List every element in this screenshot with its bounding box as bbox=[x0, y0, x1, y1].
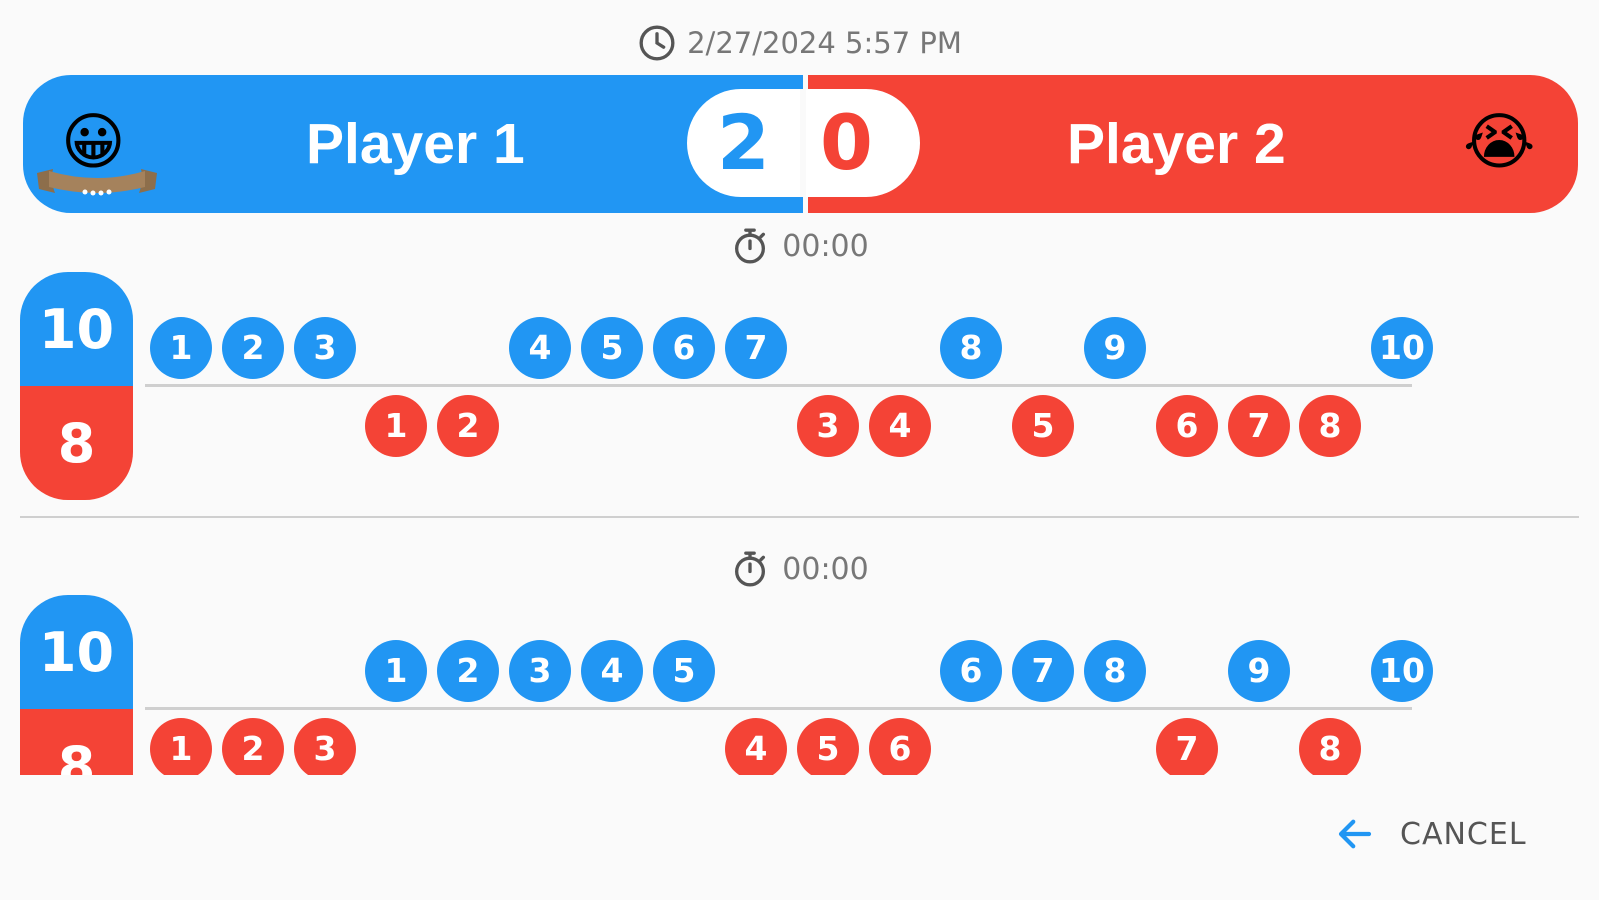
player1-match-score: 2 bbox=[717, 98, 770, 187]
ball-player1: 8 bbox=[1084, 640, 1146, 702]
ball-player2: 8 bbox=[1299, 395, 1361, 457]
scoreboard: 😀 Player 1 Player 2 2 0 😭 bbox=[23, 75, 1578, 213]
frame-score: 10 8 bbox=[20, 272, 133, 500]
ball-player1: 4 bbox=[509, 317, 571, 379]
ball-player1: 7 bbox=[725, 317, 787, 379]
ball-player1: 5 bbox=[581, 317, 643, 379]
timer-text: 00:00 bbox=[782, 551, 869, 587]
ball-player2: 1 bbox=[150, 718, 212, 775]
winner-emoji-icon: 😀 bbox=[61, 105, 126, 178]
frame-timer: 00:00 bbox=[20, 226, 1579, 266]
timer-text: 00:00 bbox=[782, 228, 869, 264]
arrow-left-icon bbox=[1338, 819, 1372, 849]
cancel-label: CANCEL bbox=[1400, 816, 1527, 852]
winner-ribbon-icon bbox=[37, 169, 157, 196]
ball-player1: 1 bbox=[365, 640, 427, 702]
match-detail-panel: 2/27/2024 5:57 PM 😀 Player 1 Player 2 2 … bbox=[20, 0, 1579, 775]
ball-player1: 6 bbox=[940, 640, 1002, 702]
ball-player2: 3 bbox=[294, 718, 356, 775]
ball-player2: 7 bbox=[1156, 718, 1218, 775]
ball-player2: 8 bbox=[1299, 718, 1361, 775]
match-score: 2 0 bbox=[687, 89, 920, 197]
ball-player1: 3 bbox=[509, 640, 571, 702]
clock-icon bbox=[639, 25, 675, 61]
cancel-button[interactable]: CANCEL bbox=[1334, 808, 1527, 860]
ball-player1: 2 bbox=[437, 640, 499, 702]
ball-player1: 3 bbox=[294, 317, 356, 379]
stopwatch-icon bbox=[735, 551, 766, 587]
ball-player1: 6 bbox=[653, 317, 715, 379]
ball-player1: 7 bbox=[1012, 640, 1074, 702]
ball-player1: 10 bbox=[1371, 640, 1433, 702]
ball-player2: 4 bbox=[869, 395, 931, 457]
frame-row-2: 10 8 1 2 3 4 5 6 7 8 9 10 1 2 3 4 5 6 7 … bbox=[20, 595, 1579, 775]
frame-row-1: 10 8 1 2 3 4 5 6 7 8 9 10 1 2 3 4 5 6 7 … bbox=[20, 272, 1579, 502]
stopwatch-icon bbox=[735, 228, 766, 264]
player2-match-score: 0 bbox=[820, 98, 873, 187]
ball-player2: 2 bbox=[437, 395, 499, 457]
loser-emoji-icon: 😭 bbox=[1463, 105, 1536, 178]
ball-player1: 10 bbox=[1371, 317, 1433, 379]
ball-player2: 1 bbox=[365, 395, 427, 457]
ball-player2: 2 bbox=[222, 718, 284, 775]
ball-player1: 9 bbox=[1084, 317, 1146, 379]
timestamp-text: 2/27/2024 5:57 PM bbox=[687, 26, 962, 60]
ball-player2: 5 bbox=[797, 718, 859, 775]
player1-name: Player 1 bbox=[306, 112, 525, 176]
frame-divider-line bbox=[145, 707, 1412, 710]
score-divider bbox=[800, 89, 806, 197]
frame-total-player2: 8 bbox=[57, 735, 96, 775]
ball-player2: 4 bbox=[725, 718, 787, 775]
ball-player1: 2 bbox=[222, 317, 284, 379]
frame-divider-line bbox=[145, 384, 1412, 387]
player2-name: Player 2 bbox=[1067, 112, 1286, 176]
frame-separator bbox=[20, 516, 1579, 518]
frame-total-player1: 10 bbox=[38, 621, 115, 684]
ball-player2: 6 bbox=[869, 718, 931, 775]
ball-player2: 3 bbox=[797, 395, 859, 457]
frame-total-player2: 8 bbox=[57, 412, 96, 475]
ball-player2: 5 bbox=[1012, 395, 1074, 457]
frame-total-player1: 10 bbox=[38, 298, 115, 361]
match-timestamp: 2/27/2024 5:57 PM bbox=[20, 20, 1579, 66]
ball-player2: 7 bbox=[1228, 395, 1290, 457]
ball-player1: 8 bbox=[940, 317, 1002, 379]
ball-player1: 4 bbox=[581, 640, 643, 702]
ball-player1: 5 bbox=[653, 640, 715, 702]
frame-timer: 00:00 bbox=[20, 549, 1579, 589]
ball-player1: 1 bbox=[150, 317, 212, 379]
ball-player1: 9 bbox=[1228, 640, 1290, 702]
frame-score: 10 8 bbox=[20, 595, 133, 775]
ball-player2: 6 bbox=[1156, 395, 1218, 457]
